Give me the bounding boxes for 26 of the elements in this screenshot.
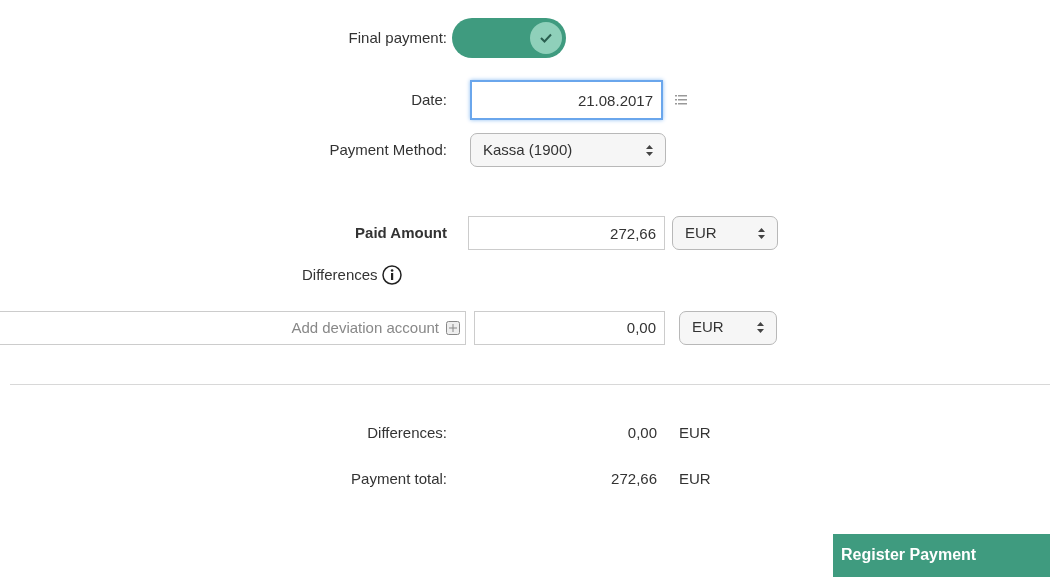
account-field[interactable]: Add deviation account — [0, 310, 466, 345]
payment-method-select[interactable]: Kassa (1900) — [470, 133, 666, 167]
summary-value: 272,66 — [610, 469, 657, 489]
field-label: Final payment: — [347, 27, 447, 48]
field-label: Paid Amount — [354, 222, 447, 243]
toggle-switch[interactable] — [452, 18, 566, 58]
field-label: Date: — [410, 89, 447, 110]
currency-select[interactable]: EUR — [679, 310, 777, 345]
add-icon[interactable] — [446, 320, 460, 335]
section-label: Differences — [302, 265, 378, 285]
summary-label: Payment total: — [350, 469, 447, 489]
amount-field[interactable]: 0,00 — [474, 310, 665, 345]
check-icon — [540, 33, 552, 43]
list-icon[interactable] — [675, 95, 687, 105]
currency-label: EUR — [679, 422, 711, 443]
summary-value: 0,00 — [626, 422, 657, 443]
summary-label: Differences: — [366, 422, 447, 443]
amount-field[interactable]: 272,66 — [468, 216, 665, 250]
date-field[interactable]: 21.08.2017 — [470, 80, 663, 120]
stepper-icon — [757, 322, 764, 333]
stepper-icon — [758, 227, 765, 239]
stepper-icon — [646, 144, 653, 156]
currency-label: EUR — [679, 469, 711, 489]
currency-select[interactable]: EUR — [672, 216, 778, 250]
info-icon[interactable] — [381, 265, 402, 286]
field-label: Payment Method: — [328, 139, 447, 160]
